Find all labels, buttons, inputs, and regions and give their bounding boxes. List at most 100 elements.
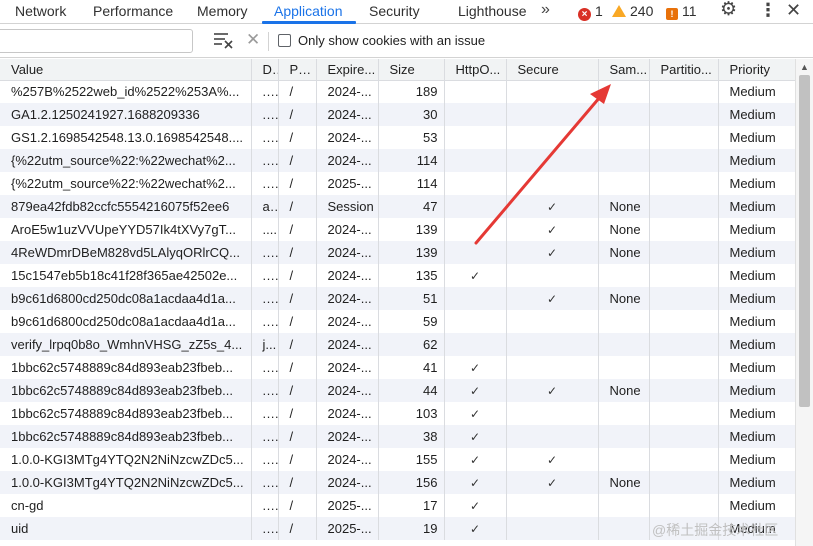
scroll-thumb[interactable]: [799, 75, 810, 407]
column-header-size[interactable]: Size: [378, 59, 445, 81]
cell-expires: 2024-...: [316, 103, 379, 126]
cell-value: b9c61d6800cd250dc08a1acdaa4d1a...: [0, 310, 252, 333]
cell-size: 53: [378, 126, 445, 149]
tab-lighthouse[interactable]: Lighthouse: [458, 0, 527, 24]
cell-priority: Medium: [718, 356, 795, 379]
cell-path: /: [278, 172, 317, 195]
table-row[interactable]: GS1.2.1698542548.13.0.1698542548.... .j..…: [0, 126, 795, 149]
cell-secure: [506, 126, 599, 149]
cell-domain: .j...: [251, 402, 279, 425]
column-header-path[interactable]: Path: [278, 59, 317, 81]
table-row[interactable]: %257B%2522web_id%2522%253A%....j.../2024…: [0, 80, 795, 103]
cell-partition-key: [649, 425, 719, 448]
more-options-icon[interactable]: ⋮: [759, 0, 777, 20]
tab-memory[interactable]: Memory: [197, 0, 248, 24]
column-header-value[interactable]: Value: [0, 59, 252, 81]
cell-priority: Medium: [718, 310, 795, 333]
cell-domain: .j...: [251, 80, 279, 103]
table-row[interactable]: 879ea42fdb82ccfc5554216075f52ee6a.../Ses…: [0, 195, 795, 218]
table-row[interactable]: AroE5w1uzVVUpeYYD57Ik4tXVy7gT......./202…: [0, 218, 795, 241]
column-header-domain[interactable]: D...: [251, 59, 279, 81]
cell-samesite: [598, 333, 650, 356]
cell-value: {%22utm_source%22:%22wechat%2...: [0, 149, 252, 172]
close-icon[interactable]: ✕: [786, 0, 801, 20]
cell-domain: j...: [251, 333, 279, 356]
table-row[interactable]: {%22utm_source%22:%22wechat%2....j.../20…: [0, 172, 795, 195]
cell-secure: [506, 310, 599, 333]
cell-samesite: [598, 126, 650, 149]
column-header-partition-key[interactable]: Partitio...: [649, 59, 719, 81]
cell-path: /: [278, 448, 317, 471]
cell-secure: ✓: [506, 241, 599, 264]
chevron-double-right-icon[interactable]: »: [541, 0, 550, 24]
warning-icon: [612, 5, 626, 17]
cell-partition-key: [649, 103, 719, 126]
cell-partition-key: [649, 310, 719, 333]
cell-priority: Medium: [718, 471, 795, 494]
cell-value: 1bbc62c5748889c84d893eab23fbeb...: [0, 425, 252, 448]
warning-count[interactable]: 240: [612, 0, 653, 24]
cell-path: /: [278, 379, 317, 402]
cell-samesite: [598, 517, 650, 540]
delete-selected-icon[interactable]: ✕: [246, 30, 260, 50]
table-row[interactable]: 1.0.0-KGI3MTg4YTQ2N2NiNzcwZDc5....j.../2…: [0, 448, 795, 471]
clear-filtered-cookies-icon[interactable]: [212, 29, 234, 51]
column-header-httponly[interactable]: HttpO...: [444, 59, 507, 81]
cell-httponly: ✓: [444, 356, 507, 379]
cell-partition-key: [649, 264, 719, 287]
cell-httponly: [444, 80, 507, 103]
column-header-secure[interactable]: Secure: [506, 59, 599, 81]
cell-size: 139: [378, 218, 445, 241]
gear-icon[interactable]: ⚙: [720, 0, 737, 20]
table-row[interactable]: 1bbc62c5748889c84d893eab23fbeb....j.../2…: [0, 356, 795, 379]
cell-partition-key: [649, 448, 719, 471]
filter-input[interactable]: [0, 29, 193, 53]
cell-size: 189: [378, 80, 445, 103]
cell-samesite: [598, 172, 650, 195]
cell-partition-key: [649, 172, 719, 195]
cell-httponly: ✓: [444, 471, 507, 494]
table-row[interactable]: b9c61d6800cd250dc08a1acdaa4d1a....j.../2…: [0, 287, 795, 310]
table-row[interactable]: 15c1547eb5b18c41f28f365ae42502e....j.../…: [0, 264, 795, 287]
cell-size: 59: [378, 310, 445, 333]
info-count[interactable]: ! 11: [666, 0, 697, 24]
scroll-up-arrow-icon[interactable]: ▲: [800, 62, 809, 72]
cell-value: 1bbc62c5748889c84d893eab23fbeb...: [0, 356, 252, 379]
cell-domain: .j...: [251, 149, 279, 172]
cell-samesite: [598, 103, 650, 126]
table-row[interactable]: GA1.2.1250241927.1688209336.j.../2024-..…: [0, 103, 795, 126]
cell-priority: Medium: [718, 241, 795, 264]
column-header-priority[interactable]: Priority: [718, 59, 795, 81]
vertical-scrollbar[interactable]: ▲: [795, 59, 813, 546]
table-row[interactable]: 1bbc62c5748889c84d893eab23fbeb....j.../2…: [0, 379, 795, 402]
cell-expires: 2024-...: [316, 218, 379, 241]
column-header-samesite[interactable]: Sam...: [598, 59, 650, 81]
table-row[interactable]: 1bbc62c5748889c84d893eab23fbeb....j.../2…: [0, 402, 795, 425]
table-row[interactable]: b9c61d6800cd250dc08a1acdaa4d1a....j.../2…: [0, 310, 795, 333]
cell-path: /: [278, 402, 317, 425]
table-row[interactable]: 4ReWDmrDBeM828vd5LAlyqORlrCQ....j.../202…: [0, 241, 795, 264]
cell-httponly: [444, 218, 507, 241]
table-row[interactable]: {%22utm_source%22:%22wechat%2....j.../20…: [0, 149, 795, 172]
cell-samesite: [598, 356, 650, 379]
tab-network[interactable]: Network: [15, 0, 66, 24]
cell-path: /: [278, 494, 317, 517]
table-row[interactable]: cn-gd.j.../2025-...17✓ Medium: [0, 494, 795, 517]
cell-expires: 2024-...: [316, 356, 379, 379]
tab-security[interactable]: Security: [369, 0, 420, 24]
cell-secure: ✓: [506, 379, 599, 402]
cell-value: verify_lrpq0b8o_WmhnVHSG_zZ5s_4...: [0, 333, 252, 356]
issue-info-icon: !: [666, 8, 678, 20]
error-count[interactable]: × 1: [578, 0, 603, 24]
cell-size: 17: [378, 494, 445, 517]
column-header-expires[interactable]: Expire...: [316, 59, 379, 81]
cell-domain: .j...: [251, 241, 279, 264]
table-row[interactable]: 1bbc62c5748889c84d893eab23fbeb....j.../2…: [0, 425, 795, 448]
only-issue-checkbox[interactable]: [278, 34, 291, 47]
table-row[interactable]: 1.0.0-KGI3MTg4YTQ2N2NiNzcwZDc5....j.../2…: [0, 471, 795, 494]
tab-performance[interactable]: Performance: [93, 0, 173, 24]
cell-httponly: ✓: [444, 379, 507, 402]
cell-priority: Medium: [718, 218, 795, 241]
table-row[interactable]: verify_lrpq0b8o_WmhnVHSG_zZ5s_4... j.../2…: [0, 333, 795, 356]
cell-secure: [506, 333, 599, 356]
